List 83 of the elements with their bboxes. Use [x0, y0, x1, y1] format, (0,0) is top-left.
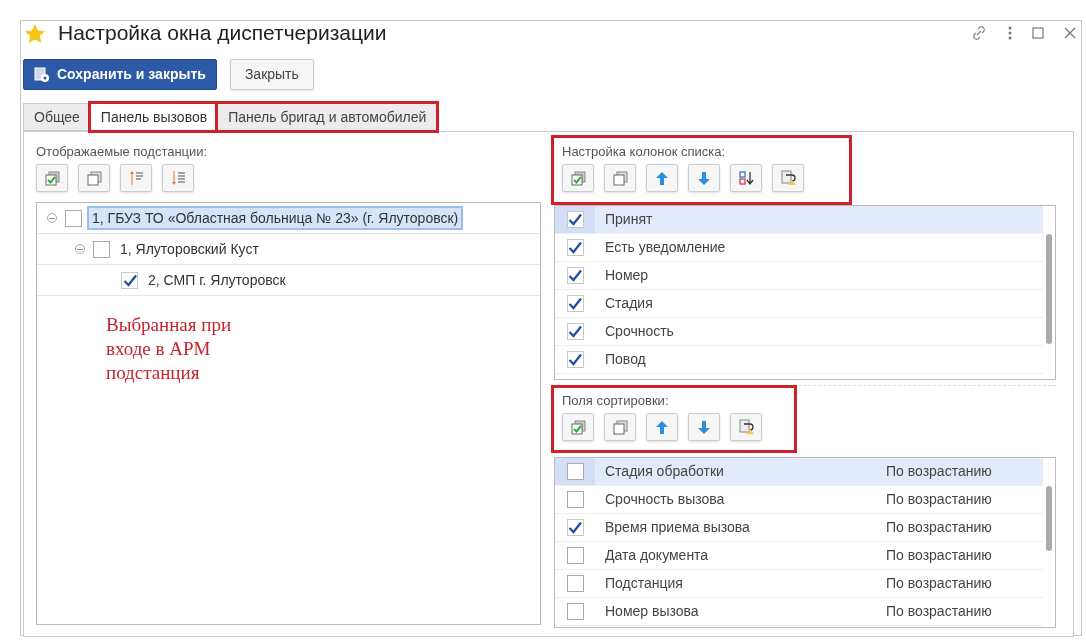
annotation-text: Выбранная при входе в АРМ подстанция	[106, 313, 233, 385]
list-cell-text: Номер вызова	[605, 602, 700, 621]
tab[interactable]: Панель бригад и автомобилей	[217, 103, 438, 131]
close-icon[interactable]	[1064, 27, 1076, 39]
arrow-up-icon	[654, 419, 670, 435]
checkbox[interactable]	[566, 463, 584, 480]
list-cell-text: По возрастанию	[886, 462, 992, 481]
list-cell-text: Стадия обработки	[605, 462, 725, 481]
document-undo-icon	[780, 170, 796, 186]
checkbox[interactable]	[121, 271, 138, 289]
checkbox[interactable]	[566, 575, 584, 592]
uncheck-all-icon	[612, 419, 628, 435]
list-row[interactable]: Принят	[555, 206, 1043, 234]
list-cell-text: По возрастанию	[886, 602, 992, 621]
section-label: Поля сортировки:	[562, 392, 670, 407]
list-cell-text: По возрастанию	[886, 490, 992, 509]
list-cell-text: Время приема вызова	[605, 518, 751, 537]
checkbox[interactable]	[566, 491, 584, 508]
uncheck-all-button[interactable]	[78, 164, 110, 192]
uncheck-all-button[interactable]	[604, 413, 636, 441]
restore-button[interactable]	[730, 413, 762, 441]
check-all-button[interactable]	[562, 413, 594, 441]
move-down-button[interactable]	[688, 413, 720, 441]
move-up-button[interactable]	[646, 413, 678, 441]
move-down-button[interactable]	[688, 164, 720, 192]
checkbox[interactable]	[65, 209, 82, 227]
list-cell-text: Дата документа	[605, 546, 710, 565]
window-title: Настройка окна диспетчеризации	[58, 20, 387, 47]
tree-item[interactable]: 1, Ялуторовский Куст	[117, 239, 262, 259]
checkbox[interactable]	[566, 351, 584, 368]
check-all-icon	[570, 419, 586, 435]
list-cell-text: Есть уведомление	[605, 238, 726, 257]
gear-document-icon	[34, 66, 50, 83]
arrow-down-icon	[696, 419, 712, 435]
save-and-close-button[interactable]: Сохранить и закрыть	[23, 59, 217, 90]
document-undo-icon	[738, 419, 754, 435]
link-icon[interactable]	[970, 24, 988, 42]
more-icon[interactable]	[1008, 26, 1012, 40]
section-label: Отображаемые подстанции:	[36, 143, 209, 158]
list-cell-text: По возрастанию	[886, 574, 992, 593]
list-cell-text: По возрастанию	[886, 546, 992, 565]
list-cell-text: Срочность вызова	[605, 490, 726, 509]
list-down-icon	[170, 170, 186, 186]
sort-button[interactable]	[730, 164, 762, 192]
checkbox[interactable]	[566, 267, 584, 284]
check-all-icon	[570, 170, 586, 186]
checkbox[interactable]	[566, 295, 584, 312]
list-cell-text: Стадия	[605, 294, 653, 313]
arrow-up-icon	[654, 170, 670, 186]
move-down-button[interactable]	[162, 164, 194, 192]
check-all-button[interactable]	[36, 164, 68, 192]
checkbox[interactable]	[93, 240, 110, 258]
tree-item[interactable]: 1, ГБУЗ ТО «Областная больница № 23» (г. Ялуторовск)	[89, 208, 462, 228]
list-row[interactable]: Стадия обработки По возрастанию	[555, 458, 1043, 486]
checkbox[interactable]	[566, 239, 584, 256]
checkbox[interactable]	[566, 519, 584, 536]
uncheck-all-icon	[612, 170, 628, 186]
checkbox[interactable]	[566, 547, 584, 564]
list-cell-text: Номер	[605, 266, 649, 285]
checkbox[interactable]	[566, 603, 584, 620]
list-cell-text: Подстанция	[605, 574, 684, 593]
section-label: Настройка колонок списка:	[562, 143, 727, 158]
uncheck-all-button[interactable]	[604, 164, 636, 192]
tab[interactable]: Общее	[23, 103, 91, 131]
close-button[interactable]: Закрыть	[229, 59, 314, 90]
move-up-button[interactable]	[646, 164, 678, 192]
checkbox[interactable]	[566, 323, 584, 340]
list-up-icon	[128, 170, 144, 186]
check-all-icon	[44, 170, 60, 186]
list-cell-text: Повод	[605, 350, 646, 369]
sort-icon	[738, 170, 754, 186]
list-cell-text: Срочность	[605, 322, 674, 341]
star-icon[interactable]	[25, 23, 45, 43]
move-up-button[interactable]	[120, 164, 152, 192]
checkbox[interactable]	[566, 211, 584, 228]
list-cell-text: Принят	[605, 210, 653, 229]
check-all-button[interactable]	[562, 164, 594, 192]
restore-button[interactable]	[772, 164, 804, 192]
uncheck-all-icon	[86, 170, 102, 186]
list-cell-text: По возрастанию	[886, 518, 992, 537]
tree-item[interactable]: 2, СМП г. Ялуторовск	[145, 270, 289, 290]
arrow-down-icon	[696, 170, 712, 186]
maximize-icon[interactable]	[1032, 27, 1044, 39]
